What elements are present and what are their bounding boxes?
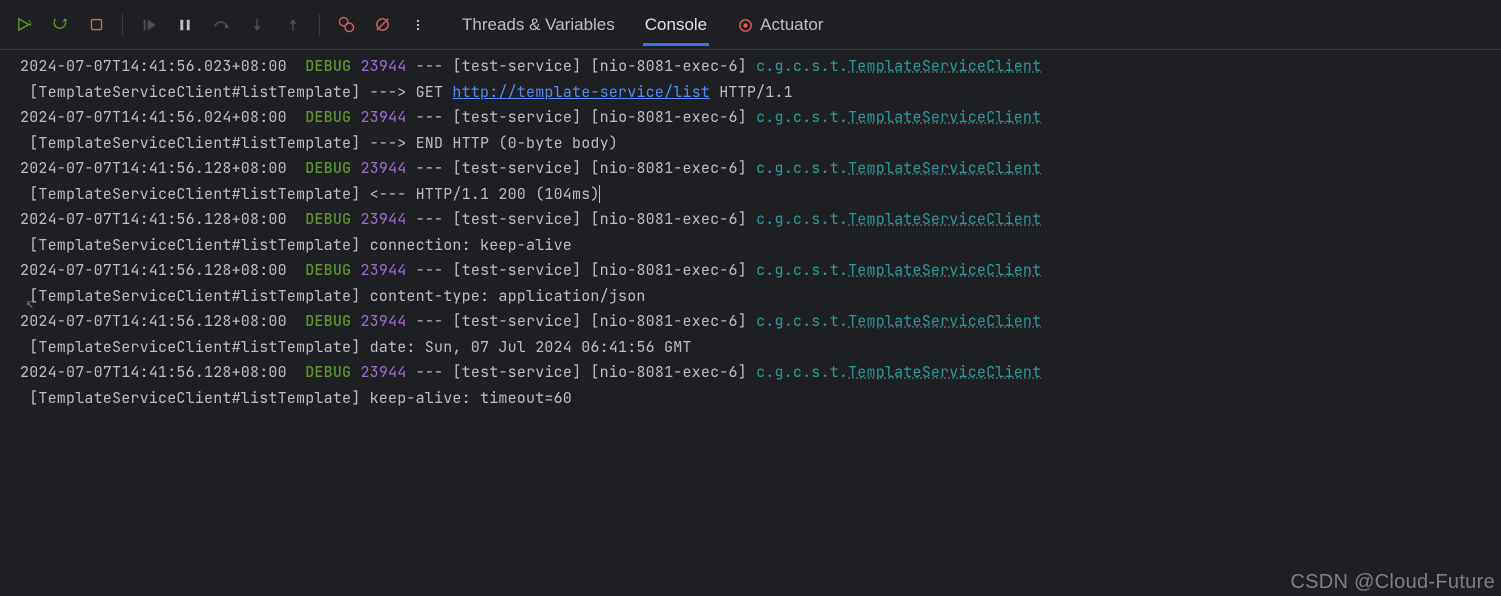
log-class[interactable]: TemplateServiceClient — [848, 311, 1041, 331]
log-thread: [nio-8081-exec-6] — [590, 260, 746, 280]
debug-tabs: Threads & Variables Console Actuator — [460, 5, 825, 45]
log-thread: [nio-8081-exec-6] — [590, 209, 746, 229]
console-output[interactable]: 2024-07-07T14:41:56.023+08:00 DEBUG 2394… — [0, 50, 1501, 411]
log-message: [TemplateServiceClient#listTemplate] con… — [20, 286, 646, 306]
separator — [122, 14, 123, 36]
separator — [319, 14, 320, 36]
log-message: [TemplateServiceClient#listTemplate] ---… — [20, 82, 452, 102]
log-pid: 23944 — [360, 107, 406, 127]
log-package: c.g.c.s.t. — [756, 362, 848, 382]
log-package: c.g.c.s.t. — [756, 209, 848, 229]
log-message: [TemplateServiceClient#listTemplate] <--… — [20, 184, 600, 204]
step-out-button[interactable] — [277, 9, 309, 41]
log-message: [TemplateServiceClient#listTemplate] dat… — [20, 337, 692, 357]
view-breakpoints-button[interactable] — [330, 9, 362, 41]
log-pid: 23944 — [360, 209, 406, 229]
log-pid: 23944 — [360, 362, 406, 382]
log-class[interactable]: TemplateServiceClient — [848, 362, 1041, 382]
log-package: c.g.c.s.t. — [756, 56, 848, 76]
rerun-button[interactable] — [8, 9, 40, 41]
scroll-indicator-icon: ↸ — [26, 295, 34, 312]
log-timestamp: 2024-07-07T14:41:56.023+08:00 — [20, 56, 287, 76]
log-service: [test-service] — [452, 158, 581, 178]
log-line[interactable]: 2024-07-07T14:41:56.128+08:00 DEBUG 2394… — [20, 309, 1501, 360]
watermark: CSDN @Cloud-Future — [1290, 571, 1495, 594]
log-level: DEBUG — [305, 362, 351, 382]
log-service: [test-service] — [452, 56, 581, 76]
tab-console[interactable]: Console — [643, 5, 709, 45]
log-package: c.g.c.s.t. — [756, 107, 848, 127]
log-line[interactable]: 2024-07-07T14:41:56.128+08:00 DEBUG 2394… — [20, 207, 1501, 258]
log-thread: [nio-8081-exec-6] — [590, 56, 746, 76]
log-pid: 23944 — [360, 311, 406, 331]
log-level: DEBUG — [305, 158, 351, 178]
log-service: [test-service] — [452, 107, 581, 127]
text-cursor — [599, 185, 600, 203]
log-timestamp: 2024-07-07T14:41:56.024+08:00 — [20, 107, 287, 127]
step-into-button[interactable] — [241, 9, 273, 41]
log-class[interactable]: TemplateServiceClient — [848, 209, 1041, 229]
tab-actuator-label: Actuator — [760, 15, 823, 34]
log-pid: 23944 — [360, 56, 406, 76]
log-thread: [nio-8081-exec-6] — [590, 362, 746, 382]
rerun-debug-button[interactable] — [44, 9, 76, 41]
tab-actuator[interactable]: Actuator — [735, 5, 825, 45]
log-timestamp: 2024-07-07T14:41:56.128+08:00 — [20, 260, 287, 280]
log-timestamp: 2024-07-07T14:41:56.128+08:00 — [20, 158, 287, 178]
log-thread: [nio-8081-exec-6] — [590, 311, 746, 331]
log-service: [test-service] — [452, 362, 581, 382]
log-line[interactable]: 2024-07-07T14:41:56.023+08:00 DEBUG 2394… — [20, 54, 1501, 105]
log-pid: 23944 — [360, 260, 406, 280]
log-url-link[interactable]: http://template-service/list — [452, 82, 710, 102]
log-message: [TemplateServiceClient#listTemplate] con… — [20, 235, 572, 255]
log-line[interactable]: 2024-07-07T14:41:56.128+08:00 DEBUG 2394… — [20, 360, 1501, 411]
log-thread: [nio-8081-exec-6] — [590, 158, 746, 178]
log-message: [TemplateServiceClient#listTemplate] kee… — [20, 388, 572, 408]
log-class[interactable]: TemplateServiceClient — [848, 107, 1041, 127]
log-line[interactable]: 2024-07-07T14:41:56.024+08:00 DEBUG 2394… — [20, 105, 1501, 156]
log-level: DEBUG — [305, 56, 351, 76]
step-over-button[interactable] — [205, 9, 237, 41]
log-package: c.g.c.s.t. — [756, 158, 848, 178]
log-package: c.g.c.s.t. — [756, 260, 848, 280]
log-class[interactable]: TemplateServiceClient — [848, 158, 1041, 178]
tab-threads-variables[interactable]: Threads & Variables — [460, 5, 617, 45]
log-class[interactable]: TemplateServiceClient — [848, 260, 1041, 280]
log-line[interactable]: 2024-07-07T14:41:56.128+08:00 DEBUG 2394… — [20, 156, 1501, 207]
log-level: DEBUG — [305, 209, 351, 229]
log-timestamp: 2024-07-07T14:41:56.128+08:00 — [20, 311, 287, 331]
log-level: DEBUG — [305, 260, 351, 280]
log-service: [test-service] — [452, 209, 581, 229]
log-package: c.g.c.s.t. — [756, 311, 848, 331]
log-service: [test-service] — [452, 311, 581, 331]
log-pid: 23944 — [360, 158, 406, 178]
log-class[interactable]: TemplateServiceClient — [848, 56, 1041, 76]
more-button[interactable] — [402, 9, 434, 41]
log-service: [test-service] — [452, 260, 581, 280]
mute-breakpoints-button[interactable] — [366, 9, 398, 41]
log-thread: [nio-8081-exec-6] — [590, 107, 746, 127]
debug-toolbar: Threads & Variables Console Actuator — [0, 0, 1501, 50]
stop-button[interactable] — [80, 9, 112, 41]
log-level: DEBUG — [305, 311, 351, 331]
actuator-icon — [737, 17, 754, 34]
resume-button[interactable] — [133, 9, 165, 41]
log-level: DEBUG — [305, 107, 351, 127]
log-line[interactable]: 2024-07-07T14:41:56.128+08:00 DEBUG 2394… — [20, 258, 1501, 309]
log-timestamp: 2024-07-07T14:41:56.128+08:00 — [20, 209, 287, 229]
log-message: [TemplateServiceClient#listTemplate] ---… — [20, 133, 618, 153]
pause-button[interactable] — [169, 9, 201, 41]
log-timestamp: 2024-07-07T14:41:56.128+08:00 — [20, 362, 287, 382]
